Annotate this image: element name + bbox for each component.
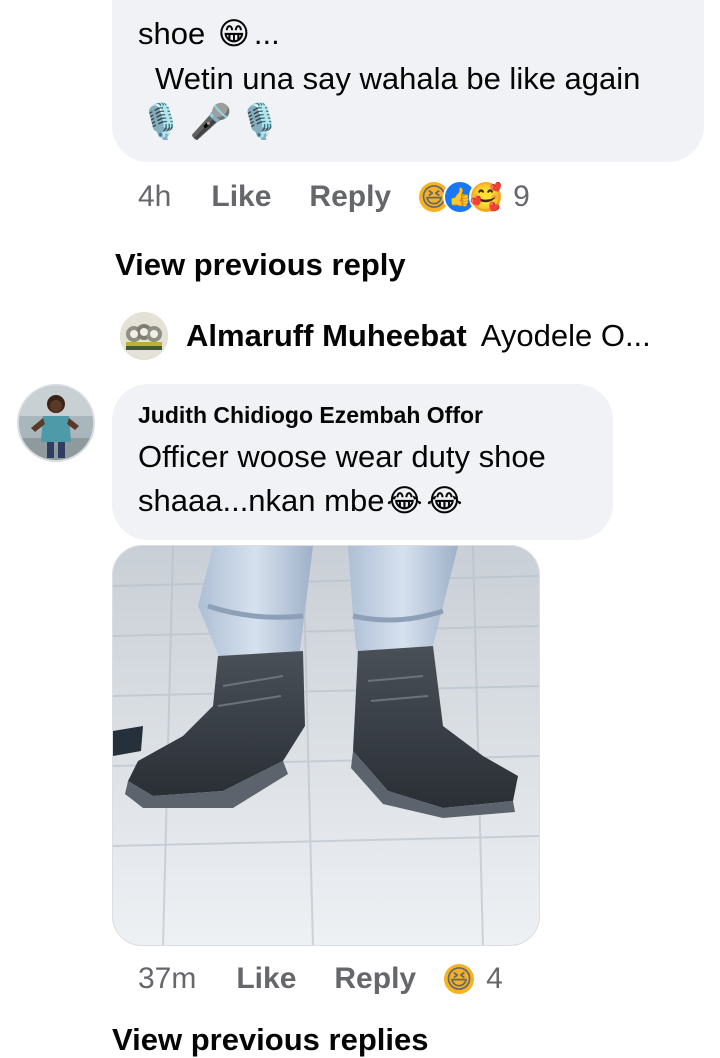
like-button[interactable]: Like <box>236 962 296 996</box>
microphone-emojis: 🎙️ 🎤 🎙️ <box>140 102 282 142</box>
microphone-emoji: 🎤 <box>189 103 232 141</box>
boots-photo <box>113 546 539 945</box>
comment-timestamp[interactable]: 37m <box>138 962 196 996</box>
avatar[interactable] <box>120 312 168 360</box>
comment-text: ... <box>253 16 280 51</box>
reaction-count[interactable]: 4 <box>486 962 503 996</box>
reactions-summary[interactable]: 😆 👍 🥰 <box>417 180 504 214</box>
haha-reaction-icon: 😆 <box>442 962 477 996</box>
studio-microphone-emoji: 🎙️ <box>140 103 183 141</box>
reply-button[interactable]: Reply <box>309 180 391 214</box>
avatar[interactable] <box>17 384 95 462</box>
comment-timestamp[interactable]: 4h <box>138 180 171 214</box>
tears-of-joy-emoji: 😂 <box>386 483 423 518</box>
comment-actions: 37m Like Reply 😆 4 <box>138 959 503 999</box>
comment-text-line: shaaa...nkan mbe😂 😂 <box>138 481 464 521</box>
comment-text-line: Wetin una say wahala be like again <box>155 61 641 96</box>
comment-actions: 4h Like Reply 😆 👍 🥰 9 <box>138 177 530 217</box>
reaction-count[interactable]: 9 <box>513 180 530 214</box>
comment-author-name[interactable]: Judith Chidiogo Ezembah Offor <box>138 402 483 429</box>
comment-text: shaaa...nkan mbe <box>138 483 385 518</box>
avatar-image <box>120 312 168 360</box>
reply-preview[interactable]: Almaruff Muheebat Ayodele O... <box>120 312 710 360</box>
avatar-image <box>19 386 93 460</box>
grinning-emoji: 😁 <box>217 16 251 51</box>
care-reaction-icon: 🥰 <box>469 180 504 214</box>
view-previous-replies-link[interactable]: View previous replies <box>112 1022 428 1058</box>
reply-button[interactable]: Reply <box>334 962 416 996</box>
comment-text-line: shoe 😁... <box>138 14 280 54</box>
tears-of-joy-emoji: 😂 <box>426 483 463 518</box>
like-button[interactable]: Like <box>211 180 271 214</box>
comment-photo[interactable] <box>112 545 540 946</box>
reactions-summary[interactable]: 😆 <box>442 962 477 996</box>
comment-text: shoe <box>138 16 206 51</box>
reply-author-name[interactable]: Almaruff Muheebat <box>186 318 467 354</box>
view-previous-reply-link[interactable]: View previous reply <box>115 247 406 283</box>
studio-microphone-emoji: 🎙️ <box>238 103 282 141</box>
reply-snippet: Ayodele O... <box>480 318 651 353</box>
comment-text-line: Officer woose wear duty shoe <box>138 439 546 474</box>
